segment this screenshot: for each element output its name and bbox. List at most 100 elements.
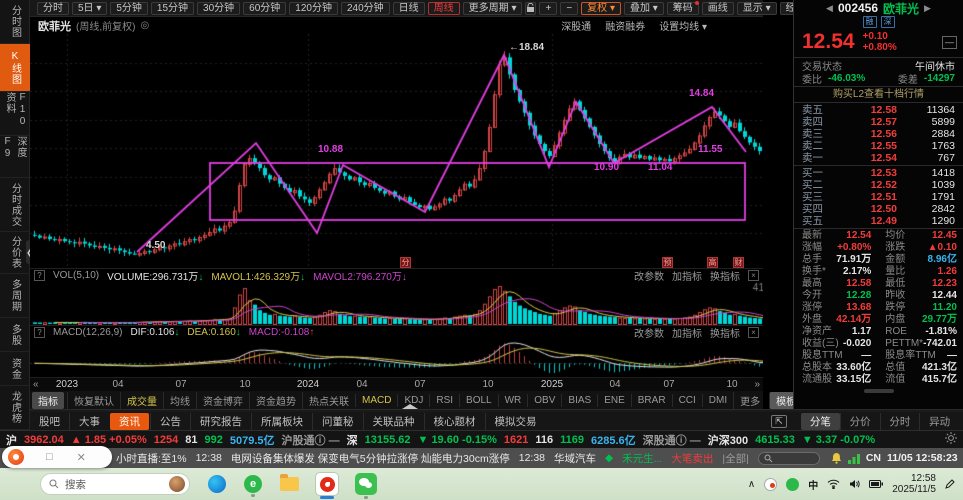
pane-link[interactable]: 改参数	[634, 325, 664, 340]
period-button[interactable]: 日线	[393, 2, 425, 15]
index-segment[interactable]: 深股通ⓘ —	[643, 432, 701, 448]
bid-row[interactable]: 买三12.511791	[794, 191, 963, 203]
indicator-tab[interactable]: 热点关联	[302, 392, 355, 409]
volume-chart[interactable]	[30, 281, 763, 325]
tool-button[interactable]: 画线	[702, 2, 734, 15]
floating-widget[interactable]: □ ✕	[2, 446, 112, 468]
tool-button[interactable]: 复权 ▾	[581, 2, 621, 15]
index-segment[interactable]: ▼ 3.37 -0.07%	[802, 434, 875, 446]
stock-app-icon[interactable]	[315, 472, 339, 496]
tool-button[interactable]: −	[560, 2, 578, 15]
ticker-segment[interactable]: 大笔卖出	[671, 451, 713, 466]
indicator-tab[interactable]: BRAR	[631, 394, 672, 407]
ticker-segment[interactable]: 禾元生...	[622, 451, 662, 466]
bottom-tab[interactable]: 关联品种	[363, 413, 424, 430]
index-segment[interactable]: 4615.33	[755, 434, 795, 446]
bottom-tab[interactable]: 所属板块	[251, 413, 312, 430]
chart-settings-icon[interactable]: ◎	[140, 20, 149, 31]
indicator-tab[interactable]: ENE	[597, 394, 631, 407]
sidebar-item[interactable]: 资金	[0, 352, 30, 386]
period-button[interactable]: 周线	[428, 2, 460, 15]
taskbar-clock[interactable]: 12:582025/11/5	[892, 473, 936, 495]
tray-app-icon[interactable]	[764, 478, 777, 491]
l2-upsell-link[interactable]: 购买L2查看十档行情	[794, 88, 963, 101]
indicator-tab[interactable]: 恢复默认	[67, 392, 120, 409]
indicator-tab[interactable]: CCI	[672, 394, 702, 407]
index-segment[interactable]: 深	[347, 432, 358, 448]
close-icon[interactable]: ×	[748, 327, 759, 338]
bid-row[interactable]: 买二12.521039	[794, 179, 963, 191]
index-segment[interactable]: ▲ 1.85 +0.05%	[71, 434, 147, 446]
ticker-segment[interactable]: |全部|	[722, 451, 748, 466]
indicator-tab[interactable]: 指标	[32, 392, 64, 409]
period-button[interactable]: 240分钟	[341, 2, 390, 15]
index-segment[interactable]: 1169	[560, 434, 584, 446]
macd-chart[interactable]	[30, 339, 763, 377]
tool-button[interactable]: 叠加 ▾	[624, 2, 664, 15]
index-segment[interactable]: 81	[185, 434, 197, 446]
indicator-tab[interactable]: WR	[498, 394, 528, 407]
indicator-tab[interactable]: RSI	[429, 394, 459, 407]
index-segment[interactable]: 1621	[504, 434, 528, 446]
period-button[interactable]: 30分钟	[197, 2, 240, 15]
quote-panel-tab[interactable]: 分时	[880, 413, 920, 430]
period-button[interactable]: 5日 ▾	[72, 2, 107, 15]
indicator-tab[interactable]: 更多	[733, 392, 766, 409]
wifi-icon[interactable]	[827, 479, 840, 489]
bottom-tab[interactable]: 模拟交易	[485, 413, 546, 430]
indicator-tab[interactable]: 资金博弈	[196, 392, 249, 409]
index-segment[interactable]: 116	[535, 434, 553, 446]
index-segment[interactable]: 13155.62	[365, 434, 411, 446]
quote-panel-tab[interactable]: 分笔	[801, 413, 840, 430]
taskbar-search-input[interactable]: 搜索	[40, 473, 190, 495]
tool-button[interactable]: 显示 ▾	[737, 2, 777, 15]
chart-link[interactable]: 设置均线 ▾	[659, 18, 707, 33]
bottom-tab[interactable]: 核心题材	[424, 413, 485, 430]
sidebar-item[interactable]: 分时图	[0, 0, 30, 44]
ticker-segment[interactable]: 12:38	[196, 452, 222, 464]
speaker-icon[interactable]	[849, 479, 860, 489]
period-button[interactable]: 15分钟	[151, 2, 194, 15]
widget-minimize-icon[interactable]: □	[46, 451, 53, 463]
ask-row[interactable]: 卖一12.54767	[794, 152, 963, 164]
index-segment[interactable]: 沪深300	[708, 432, 748, 448]
tool-button[interactable]: +	[539, 2, 557, 15]
ask-row[interactable]: 卖四12.575899	[794, 116, 963, 128]
sidebar-item[interactable]: 多股	[0, 318, 30, 352]
ask-row[interactable]: 卖二12.551763	[794, 140, 963, 152]
indicator-tab[interactable]: 成交量	[120, 392, 163, 409]
index-segment[interactable]: 992	[205, 434, 223, 446]
ticker-segment[interactable]: 电网设备集体爆发 保变电气5分钟拉涨停 灿能电力30cm涨停	[231, 451, 510, 466]
collapse-panel-icon[interactable]: —	[942, 36, 957, 49]
bottom-tab[interactable]: 问董秘	[312, 413, 363, 430]
next-stock-icon[interactable]: ▶	[924, 3, 931, 14]
index-segment[interactable]: 沪股通ⓘ —	[282, 432, 340, 448]
settings-gear-icon[interactable]	[945, 432, 957, 447]
sidebar-item[interactable]: 分时成交	[0, 178, 30, 232]
bottom-tab[interactable]: 研究报告	[190, 413, 251, 430]
bid-row[interactable]: 买四12.502842	[794, 203, 963, 215]
indicator-tab[interactable]: 资金趋势	[249, 392, 302, 409]
ticker-segment[interactable]: ◆	[605, 452, 613, 464]
ask-row[interactable]: 卖三12.562884	[794, 128, 963, 140]
help-icon[interactable]: ?	[34, 270, 45, 281]
index-segment[interactable]: ▼ 19.60 -0.15%	[418, 434, 497, 446]
index-segment[interactable]: 6285.6亿	[591, 432, 636, 448]
bid-row[interactable]: 买五12.491290	[794, 215, 963, 227]
close-icon[interactable]: ×	[748, 270, 759, 281]
indicator-tab[interactable]: MACD	[355, 394, 397, 407]
quote-panel-tab[interactable]: 异动	[919, 413, 959, 430]
period-button[interactable]: 60分钟	[243, 2, 286, 15]
period-button[interactable]: 5分钟	[110, 2, 148, 15]
file-explorer-icon[interactable]	[280, 477, 299, 491]
battery-icon[interactable]	[869, 480, 883, 488]
scroll-right-icon[interactable]: »	[754, 379, 760, 390]
tray-expand-icon[interactable]: ∧	[748, 479, 755, 490]
chart-link[interactable]: 融资融券	[605, 18, 645, 33]
indicator-tab[interactable]: OBV	[527, 394, 561, 407]
main-candle-chart[interactable]	[30, 34, 763, 268]
pen-icon[interactable]	[945, 479, 955, 489]
sidebar-item[interactable]: 龙虎榜	[0, 386, 30, 430]
green-app-icon[interactable]: e	[244, 475, 262, 493]
help-icon[interactable]: ?	[34, 327, 45, 338]
